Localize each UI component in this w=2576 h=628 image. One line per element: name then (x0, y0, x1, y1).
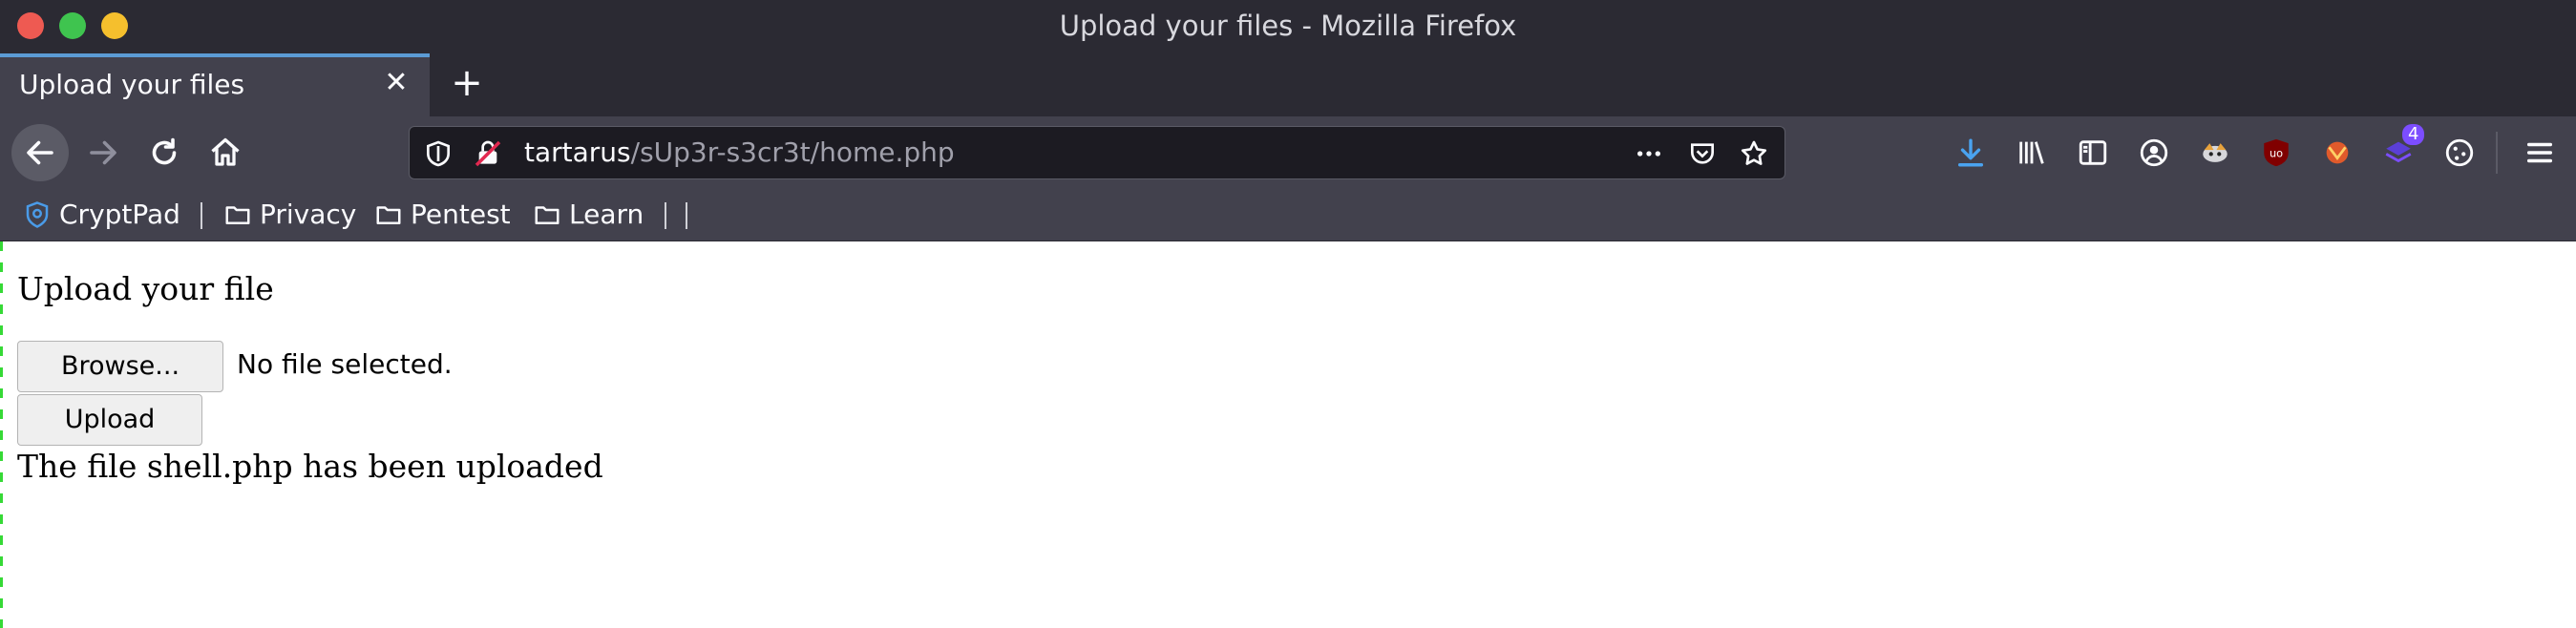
cookie-icon (2445, 138, 2474, 167)
library-icon (2019, 141, 2044, 164)
new-tab-button[interactable]: + (445, 61, 489, 105)
bookmark-label: Learn (569, 199, 644, 230)
page-actions-icon[interactable] (1634, 138, 1664, 169)
cryptpad-icon (26, 200, 49, 228)
upload-result-message: The file shell.php has been uploaded (17, 448, 603, 485)
extension-foxyproxy-button[interactable] (2196, 134, 2234, 172)
bookmark-label: Privacy (260, 199, 357, 230)
menu-button[interactable] (2521, 134, 2559, 172)
downloads-button[interactable] (1952, 134, 1990, 172)
url-path: /sUp3r-s3cr3t/home.php (630, 136, 955, 168)
window-edge-decoration (0, 241, 3, 628)
extension-layers-button[interactable]: 4 (2379, 124, 2425, 172)
shield-icon[interactable] (423, 138, 454, 169)
bookmarks-toolbar: CryptPad Privacy Pentest Learn (0, 189, 2576, 241)
insecure-lock-icon[interactable] (473, 138, 503, 169)
tab-close-icon[interactable]: ✕ (382, 69, 411, 97)
extension-cookie-button[interactable] (2440, 134, 2479, 172)
reload-icon (152, 137, 177, 165)
page-content: Upload your file Browse... No file selec… (0, 241, 2576, 628)
bookmark-folder-learn[interactable]: Learn (533, 199, 644, 230)
upload-button[interactable]: Upload (17, 394, 202, 446)
file-status-text: No file selected. (237, 348, 453, 380)
tab-title: Upload your files (19, 69, 245, 100)
bookmark-star-icon[interactable] (1739, 138, 1769, 169)
navigation-toolbar: tartarus/sUp3r-s3cr3t/home.php uo 4 (0, 116, 2576, 189)
tab-strip: Upload your files ✕ + (0, 53, 2576, 116)
browser-window: Upload your files - Mozilla Firefox Uplo… (0, 0, 2576, 628)
bookmark-separator (665, 202, 666, 229)
hamburger-menu-icon (2526, 142, 2553, 163)
forward-arrow-icon (90, 140, 116, 165)
extension-badge: 4 (2402, 124, 2425, 145)
bookmark-separator (686, 202, 687, 229)
forward-button[interactable] (74, 124, 132, 181)
folder-icon (376, 205, 401, 224)
url-bar[interactable]: tartarus/sUp3r-s3cr3t/home.php (409, 126, 1785, 179)
reload-button[interactable] (136, 124, 193, 181)
title-bar: Upload your files - Mozilla Firefox (0, 0, 2576, 53)
back-arrow-icon (27, 140, 53, 165)
extension-wappalyzer-button[interactable] (2318, 134, 2356, 172)
home-icon (211, 137, 240, 166)
account-icon (2140, 138, 2168, 167)
download-icon (1957, 138, 1984, 167)
tab-upload-your-files[interactable]: Upload your files ✕ (0, 53, 430, 116)
page-heading: Upload your file (17, 270, 274, 307)
bookmark-separator (201, 202, 202, 229)
window-title: Upload your files - Mozilla Firefox (1059, 10, 1517, 42)
library-button[interactable] (2013, 134, 2051, 172)
ublock-origin-icon: uo (2264, 138, 2289, 167)
url-host: tartarus (524, 136, 631, 168)
svg-text:uo: uo (2270, 146, 2283, 159)
pocket-icon[interactable] (1687, 138, 1718, 169)
sidebar-button[interactable] (2074, 134, 2112, 172)
home-button[interactable] (197, 124, 254, 181)
toolbar-divider (2496, 132, 2498, 174)
folder-icon (225, 205, 250, 224)
folder-icon (535, 205, 560, 224)
bookmark-folder-pentest[interactable]: Pentest (374, 199, 511, 230)
url-text[interactable]: tartarus/sUp3r-s3cr3t/home.php (524, 136, 955, 168)
account-button[interactable] (2135, 134, 2173, 172)
bookmark-label: Pentest (411, 199, 511, 230)
back-button[interactable] (11, 124, 69, 181)
extension-ublock-button[interactable]: uo (2257, 134, 2295, 172)
bookmark-cryptpad[interactable]: CryptPad (23, 199, 180, 230)
browse-file-button[interactable]: Browse... (17, 341, 223, 392)
bookmark-label: CryptPad (59, 199, 180, 230)
extension-icon (2326, 141, 2349, 164)
sidebar-icon (2079, 140, 2107, 165)
bookmark-folder-privacy[interactable]: Privacy (223, 199, 356, 230)
fox-extension-icon (2203, 143, 2228, 162)
